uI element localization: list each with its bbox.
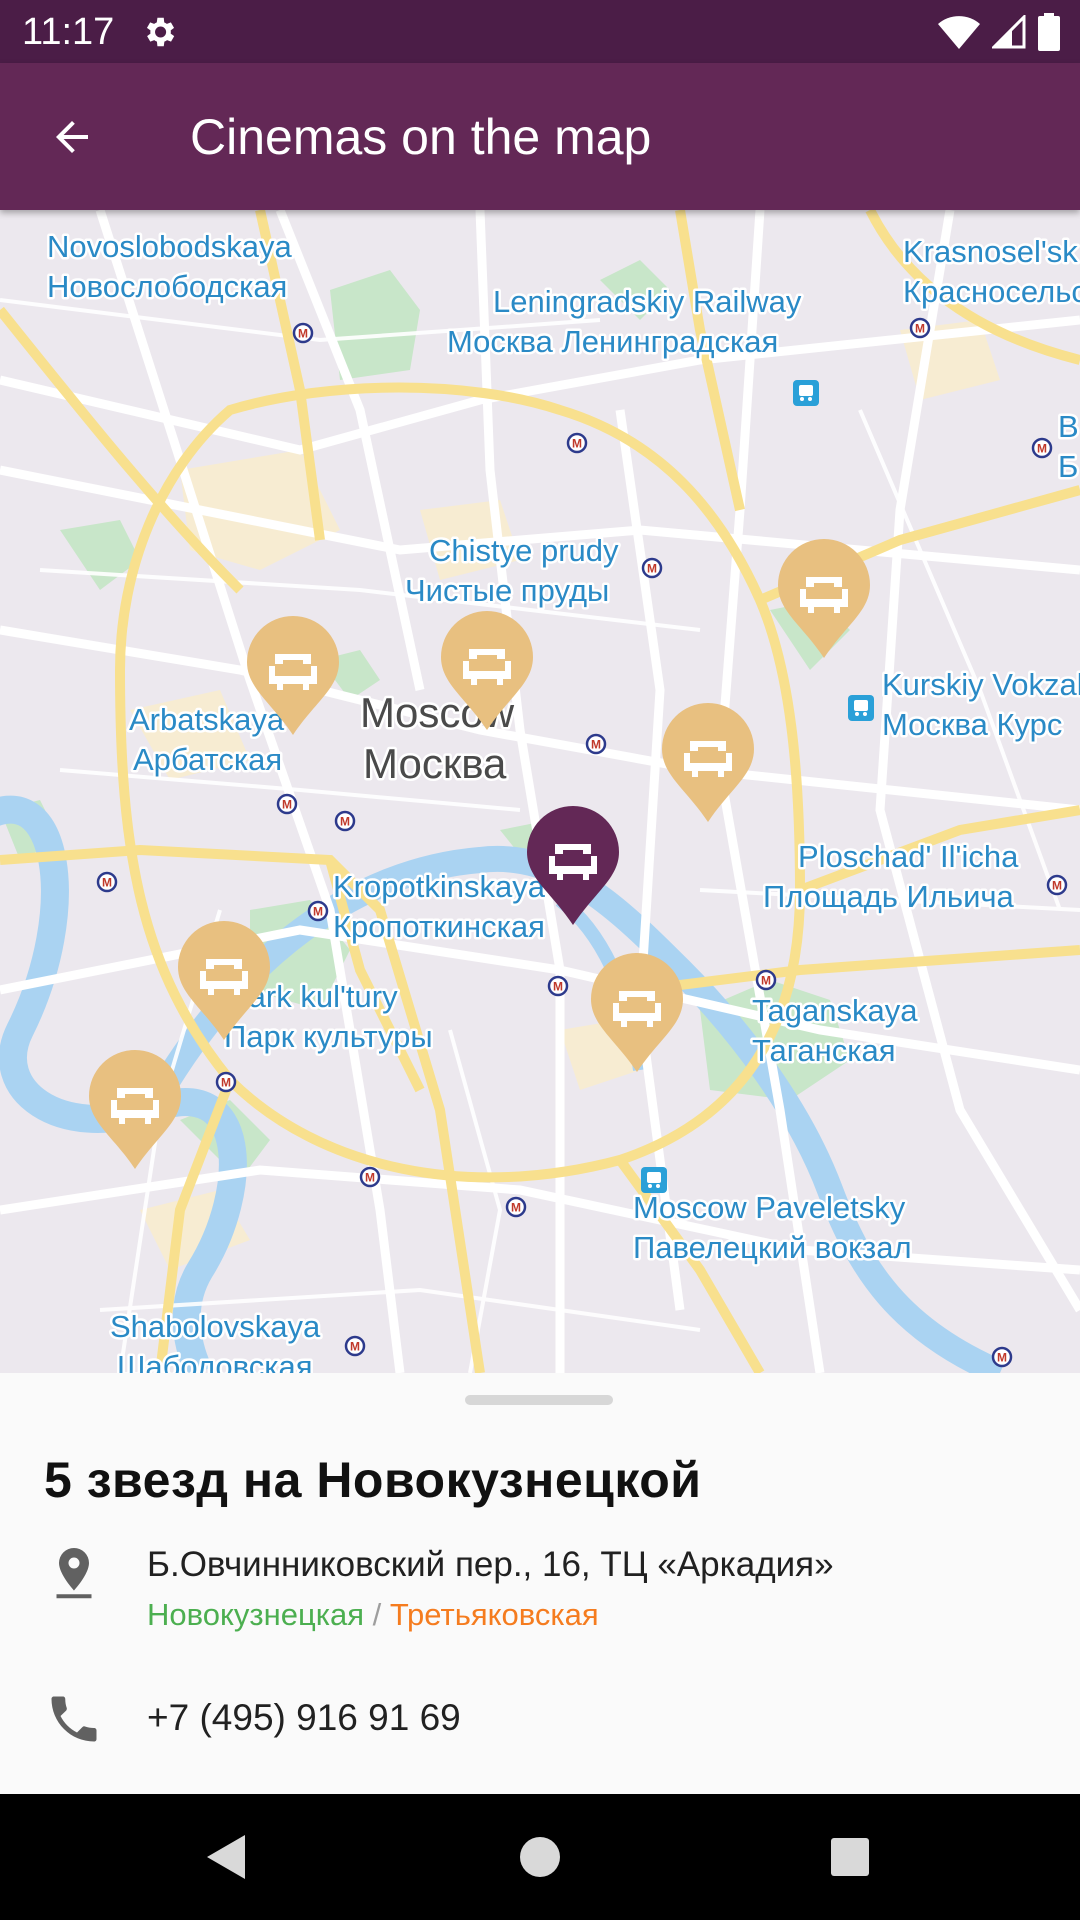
metro-stations-line: Новокузнецкая / Третьяковская [147,1597,599,1633]
label-leningradsky-ru: Москва Ленинградская [447,324,778,359]
recents-square-icon [831,1838,869,1876]
label-chistye-en: Chistye prudy [429,533,619,568]
cinema-name: 5 звезд на Новокузнецкой [44,1452,702,1508]
label-novoslobodskaya-ru: Новослободская [47,269,287,304]
app-bar: Cinemas on the map [0,63,1080,210]
metro-separator: / [364,1597,390,1632]
label-leningradsky-en: Leningradskiy Railway [493,284,802,319]
label-kropotkinskaya-ru: Кропоткинская [333,909,545,944]
status-bar: 11:17 [0,0,1080,63]
label-shabolovskaya-en: Shabolovskaya [110,1309,321,1344]
cinema-address: Б.Овчинниковский пер., 16, ТЦ «Аркадия» [147,1545,834,1584]
signal-icon [992,15,1026,49]
map-view[interactable]: M [0,210,1080,1373]
label-taganskaya-en: Taganskaya [752,993,918,1028]
back-button[interactable] [34,99,110,175]
label-krasnoselsk-en: Krasnosel'sk [903,234,1078,269]
wifi-icon [938,16,980,49]
label-ploshchad-ru: Площадь Ильича [763,879,1015,914]
label-moscow-ru: Москва [363,740,507,787]
nav-home-button[interactable] [505,1822,575,1892]
cinema-details-sheet[interactable]: 5 звезд на Новокузнецкой Б.Овчинниковски… [0,1373,1080,1794]
label-ploshchad-en: Ploschad' Il'icha [798,839,1019,874]
cinema-phone[interactable]: +7 (495) 916 91 69 [147,1697,461,1739]
label-kursky-en: Kurskiy Vokzal [882,667,1080,702]
label-krasnoselsk-ru: Красносельс [903,274,1080,309]
label-chistye-ru: Чистые пруды [405,573,609,608]
label-edge-b2: Б [1058,449,1078,484]
nav-recents-button[interactable] [815,1822,885,1892]
label-paveletsky-ru: Павелецкий вокзал [633,1230,912,1265]
arrow-back-icon [56,121,88,153]
drag-handle[interactable] [465,1395,613,1405]
metro-station-2: Третьяковская [389,1597,599,1632]
label-paveletsky-en: Moscow Paveletsky [633,1190,906,1225]
status-time: 11:17 [22,11,115,53]
label-arbatskaya-ru: Арбатская [133,742,282,777]
page-title: Cinemas on the map [190,109,652,165]
battery-icon [1038,13,1060,51]
label-novoslobodskaya-en: Novoslobodskaya [47,229,292,264]
metro-station-1: Новокузнецкая [147,1597,364,1632]
back-triangle-icon [207,1835,245,1879]
label-taganskaya-ru: Таганская [752,1033,896,1068]
phone-icon [51,1696,97,1742]
location-pin-icon [56,1548,92,1599]
label-kursky-ru: Москва Курс [882,707,1062,742]
home-circle-icon [520,1837,560,1877]
label-kropotkinskaya-en: Kropotkinskaya [333,869,546,904]
label-park-ru: Парк культуры [224,1019,433,1054]
label-arbatskaya-en: Arbatskaya [129,702,285,737]
system-nav-bar [0,1794,1080,1920]
label-edge-b1: В [1058,409,1079,444]
gear-icon [146,17,175,47]
label-shabolovskaya-ru: Шаболовская [117,1349,313,1373]
nav-back-button[interactable] [192,1822,262,1892]
